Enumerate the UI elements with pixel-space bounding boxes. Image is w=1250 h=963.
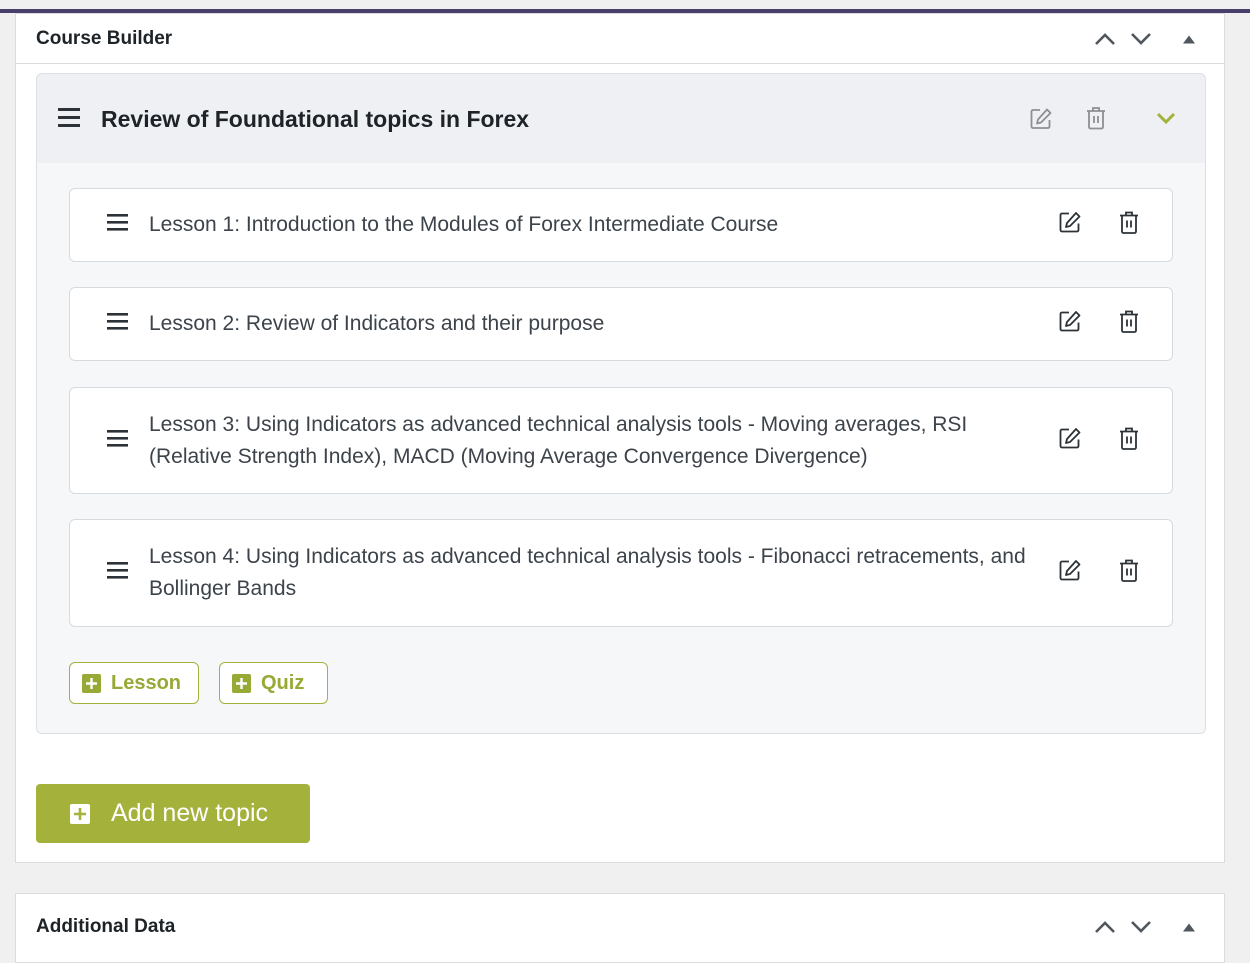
additional-data-header: Additional Data [16, 894, 1224, 960]
lesson-edit-button[interactable] [1058, 211, 1082, 240]
plus-icon [232, 673, 251, 693]
toggle-panel-button[interactable] [1183, 923, 1195, 932]
plus-icon [70, 803, 90, 824]
add-new-topic-button[interactable]: Add new topic [36, 784, 310, 843]
course-builder-title: Course Builder [36, 27, 173, 49]
lesson-delete-button[interactable] [1119, 426, 1139, 455]
lesson-title: Lesson 2: Review of Indicators and their… [149, 312, 605, 335]
admin-top-bar [0, 0, 1250, 13]
edit-icon [1059, 311, 1081, 332]
lesson-edit-button[interactable] [1058, 559, 1082, 588]
edit-icon [1059, 212, 1081, 233]
chevron-up-icon [1095, 921, 1115, 933]
lesson-title: Lesson 4: Using Indicators as advanced t… [149, 545, 1026, 600]
edit-icon [1030, 108, 1052, 129]
additional-data-panel: Additional Data [15, 893, 1225, 963]
lesson-edit-button[interactable] [1058, 310, 1082, 339]
toggle-panel-button[interactable] [1183, 34, 1195, 43]
lesson-item[interactable]: Lesson 3: Using Indicators as advanced t… [69, 387, 1173, 494]
chevron-up-icon [1095, 32, 1115, 45]
drag-handle-icon[interactable] [58, 108, 80, 132]
topic-title: Review of Foundational topics in Forex [101, 106, 530, 132]
move-down-button[interactable] [1130, 920, 1152, 934]
chevron-down-icon [1131, 32, 1151, 45]
add-lesson-label: Lesson [111, 671, 182, 694]
trash-icon [1120, 559, 1138, 582]
collapse-arrow-icon [1183, 35, 1195, 43]
edit-icon [1059, 427, 1081, 448]
lesson-delete-button[interactable] [1119, 559, 1139, 588]
trash-icon [1087, 107, 1105, 130]
add-quiz-label: Quiz [261, 671, 305, 694]
move-up-button[interactable] [1094, 32, 1116, 46]
topic-collapse-button[interactable] [1156, 112, 1176, 125]
topic-header[interactable]: Review of Foundational topics in Forex [37, 74, 1205, 163]
chevron-down-icon [1131, 921, 1151, 933]
collapse-arrow-icon [1183, 923, 1195, 932]
course-builder-header: Course Builder [16, 14, 1224, 64]
lesson-item[interactable]: Lesson 1: Introduction to the Modules of… [69, 188, 1173, 262]
drag-handle-icon[interactable] [107, 562, 128, 584]
drag-handle-icon[interactable] [107, 313, 128, 335]
drag-handle-icon[interactable] [107, 214, 128, 236]
move-up-button[interactable] [1094, 920, 1116, 934]
edit-icon [1059, 560, 1081, 581]
lesson-edit-button[interactable] [1058, 426, 1082, 455]
trash-icon [1120, 211, 1138, 234]
move-down-button[interactable] [1130, 32, 1152, 46]
plus-icon [82, 673, 101, 693]
drag-handle-icon[interactable] [107, 429, 128, 452]
lesson-delete-button[interactable] [1119, 310, 1139, 339]
add-new-topic-label: Add new topic [111, 799, 269, 827]
course-builder-panel: Course Builder Review of Foundational to… [15, 13, 1225, 863]
lesson-title: Lesson 3: Using Indicators as advanced t… [149, 412, 968, 468]
additional-data-title: Additional Data [36, 916, 176, 937]
lesson-item[interactable]: Lesson 4: Using Indicators as advanced t… [69, 519, 1173, 627]
trash-icon [1120, 310, 1138, 333]
topic-card: Review of Foundational topics in Forex L… [36, 73, 1206, 734]
add-quiz-button[interactable]: Quiz [219, 662, 328, 704]
lesson-delete-button[interactable] [1119, 211, 1139, 240]
chevron-down-icon [1156, 112, 1176, 125]
lesson-item[interactable]: Lesson 2: Review of Indicators and their… [69, 287, 1173, 361]
topic-edit-button[interactable] [1029, 107, 1053, 131]
topic-delete-button[interactable] [1086, 106, 1106, 130]
trash-icon [1120, 427, 1138, 450]
add-lesson-button[interactable]: Lesson [69, 662, 199, 704]
lesson-title: Lesson 1: Introduction to the Modules of… [149, 213, 779, 236]
